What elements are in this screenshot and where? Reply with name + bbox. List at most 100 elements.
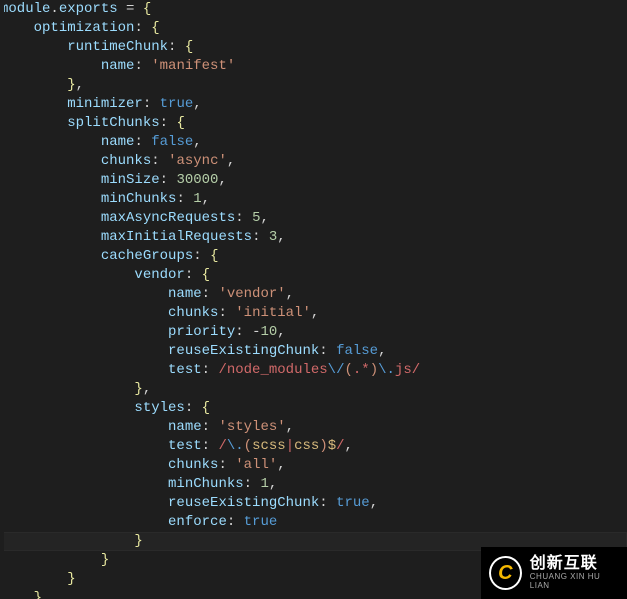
token-punc: ,: [202, 191, 210, 207]
token-brace: }: [67, 77, 75, 93]
token-str: 'manifest': [151, 58, 235, 74]
token-id: splitChunks: [67, 115, 159, 131]
token-bool: false: [151, 134, 193, 150]
token-sp: [0, 134, 101, 150]
token-id: name: [168, 419, 202, 435]
token-id: name: [168, 286, 202, 302]
token-str: 'initial': [235, 305, 311, 321]
token-id: priority: [168, 324, 235, 340]
token-str: 'all': [235, 457, 277, 473]
token-op: =: [118, 1, 143, 17]
token-brace: {: [176, 115, 184, 131]
token-brace: {: [202, 400, 210, 416]
token-sp: [0, 77, 67, 93]
code-line[interactable]: optimization: {: [0, 19, 627, 38]
code-line[interactable]: cacheGroups: {: [0, 247, 627, 266]
token-punc: ,: [218, 172, 226, 188]
code-line[interactable]: enforce: true: [0, 513, 627, 532]
code-line[interactable]: maxInitialRequests: 3,: [0, 228, 627, 247]
token-brace: {: [143, 1, 151, 17]
token-punc: ,: [311, 305, 319, 321]
token-num: 1: [193, 191, 201, 207]
code-line[interactable]: minimizer: true,: [0, 95, 627, 114]
token-punc: ,: [143, 381, 151, 397]
watermark-title-en: CHUANG XIN HU LIAN: [530, 573, 619, 591]
token-punc: :: [134, 58, 151, 74]
token-id: vendor: [134, 267, 184, 283]
code-line[interactable]: reuseExistingChunk: true,: [0, 494, 627, 513]
token-punc: ,: [227, 153, 235, 169]
code-line[interactable]: module.exports = {: [0, 0, 627, 19]
code-line[interactable]: minChunks: 1,: [0, 190, 627, 209]
token-punc: :: [319, 343, 336, 359]
token-id: module: [0, 1, 50, 17]
token-punc: :: [202, 362, 219, 378]
token-regex: /: [218, 438, 226, 454]
token-id: maxInitialRequests: [101, 229, 252, 245]
token-brace: {: [151, 20, 159, 36]
token-sp: [0, 514, 168, 530]
code-line[interactable]: vendor: {: [0, 266, 627, 285]
token-id: reuseExistingChunk: [168, 343, 319, 359]
token-sp: [0, 248, 101, 264]
token-punc: :: [160, 172, 177, 188]
token-punc: :: [319, 495, 336, 511]
token-punc: :: [252, 229, 269, 245]
token-sp: [0, 552, 101, 568]
token-sp: [0, 495, 168, 511]
token-regex: .*: [353, 362, 370, 378]
token-id: reuseExistingChunk: [168, 495, 319, 511]
token-sp: [0, 438, 168, 454]
token-punc: ,: [42, 590, 50, 599]
code-line[interactable]: name: false,: [0, 133, 627, 152]
token-punc: :: [227, 514, 244, 530]
code-line[interactable]: reuseExistingChunk: false,: [0, 342, 627, 361]
watermark-text: 创新互联 CHUANG XIN HU LIAN: [530, 555, 619, 590]
token-regex: /node_modules: [218, 362, 327, 378]
token-regex-esc: \.: [378, 362, 395, 378]
token-punc: ,: [277, 324, 285, 340]
token-id: test: [168, 362, 202, 378]
token-sp: [0, 191, 101, 207]
token-sp: [0, 153, 101, 169]
code-line[interactable]: },: [0, 76, 627, 95]
editor-gutter: [0, 0, 4, 599]
code-line[interactable]: styles: {: [0, 399, 627, 418]
code-editor[interactable]: module.exports = { optimization: { runti…: [0, 0, 627, 599]
token-regex-esc: \/: [328, 362, 345, 378]
code-line[interactable]: maxAsyncRequests: 5,: [0, 209, 627, 228]
code-line[interactable]: priority: -10,: [0, 323, 627, 342]
token-id: chunks: [168, 457, 218, 473]
code-line[interactable]: },: [0, 380, 627, 399]
code-line[interactable]: minSize: 30000,: [0, 171, 627, 190]
token-punc: :: [134, 134, 151, 150]
token-sp: [0, 305, 168, 321]
token-regex-cls: $: [328, 438, 336, 454]
token-sp: [0, 267, 134, 283]
token-punc: ,: [277, 229, 285, 245]
token-brace: }: [134, 533, 142, 549]
token-id: name: [101, 58, 135, 74]
code-line[interactable]: name: 'styles',: [0, 418, 627, 437]
code-line[interactable]: test: /\.(scss|css)$/,: [0, 437, 627, 456]
code-line[interactable]: minChunks: 1,: [0, 475, 627, 494]
code-line[interactable]: chunks: 'async',: [0, 152, 627, 171]
token-id: enforce: [168, 514, 227, 530]
code-line[interactable]: chunks: 'all',: [0, 456, 627, 475]
token-punc: :: [168, 39, 185, 55]
token-punc: :: [160, 115, 177, 131]
token-sp: [0, 400, 134, 416]
code-line[interactable]: name: 'manifest': [0, 57, 627, 76]
code-line[interactable]: test: /node_modules\/(.*)\.js/: [0, 361, 627, 380]
code-line[interactable]: chunks: 'initial',: [0, 304, 627, 323]
code-line[interactable]: name: 'vendor',: [0, 285, 627, 304]
token-punc: ,: [193, 96, 201, 112]
token-id: minimizer: [67, 96, 143, 112]
code-line[interactable]: runtimeChunk: {: [0, 38, 627, 57]
code-line[interactable]: splitChunks: {: [0, 114, 627, 133]
token-brace: }: [34, 590, 42, 599]
token-id: chunks: [168, 305, 218, 321]
token-punc: :: [202, 419, 219, 435]
token-punc: ,: [269, 476, 277, 492]
token-regex-esc: \.: [227, 438, 244, 454]
